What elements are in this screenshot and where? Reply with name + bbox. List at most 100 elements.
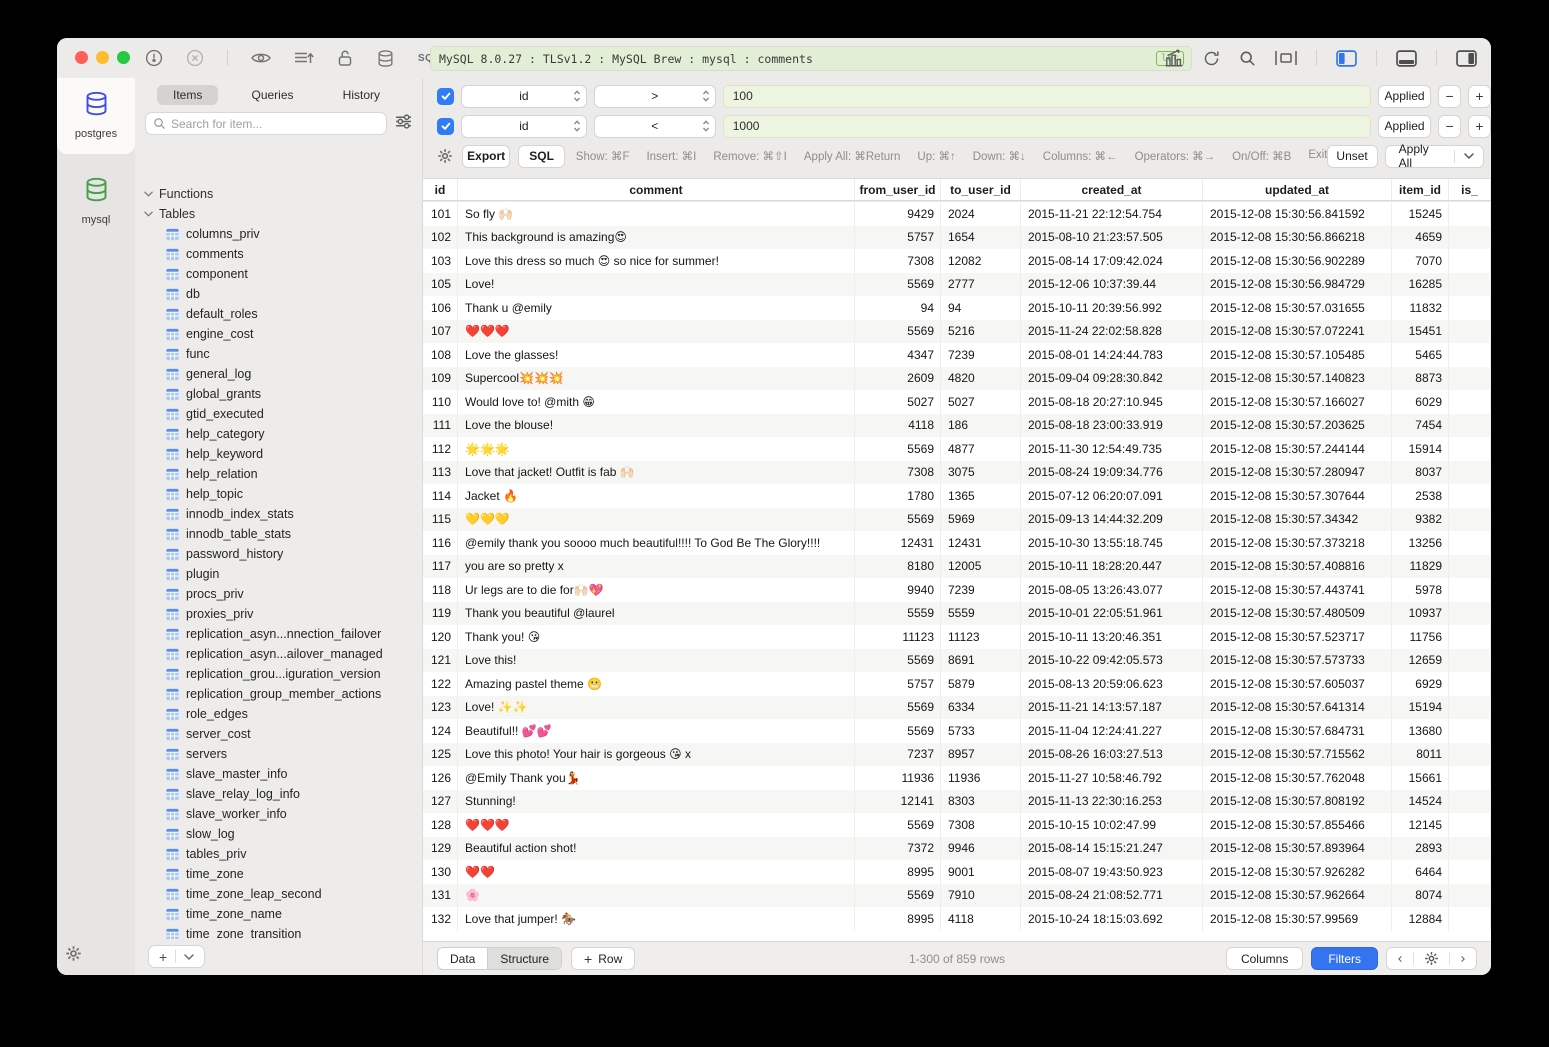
sidebar-table-password_history[interactable]: password_history — [135, 544, 422, 564]
filter-checkbox[interactable] — [437, 88, 454, 105]
cell[interactable]: 7910 — [941, 884, 1021, 908]
item-search-box[interactable] — [145, 112, 387, 135]
column-header-comment[interactable]: comment — [458, 179, 855, 200]
database-icon[interactable] — [376, 49, 395, 68]
add-filter-button[interactable]: + — [1468, 115, 1491, 138]
cell[interactable]: 12659 — [1392, 649, 1449, 673]
table-row[interactable]: 115💛💛💛556959692015-09-13 14:44:32.209201… — [423, 508, 1491, 532]
sidebar-table-db[interactable]: db — [135, 284, 422, 304]
sidebar-table-time_zone_leap_second[interactable]: time_zone_leap_second — [135, 884, 422, 904]
table-row[interactable]: 106Thank u @emily94942015-10-11 20:39:56… — [423, 296, 1491, 320]
cell[interactable]: ❤️❤️ — [458, 860, 855, 884]
cell[interactable]: 2015-08-26 16:03:27.513 — [1021, 743, 1203, 767]
cell[interactable]: 7239 — [941, 578, 1021, 602]
cell[interactable]: Ur legs are to die for🙌🏻💖 — [458, 578, 855, 602]
tab-data[interactable]: Data — [438, 948, 488, 969]
cell[interactable]: 116 — [423, 531, 458, 555]
cell[interactable]: 16285 — [1392, 273, 1449, 297]
cell[interactable]: @emily thank you soooo much beautiful!!!… — [458, 531, 855, 555]
cell[interactable] — [1449, 390, 1491, 414]
cell[interactable]: 105 — [423, 273, 458, 297]
unset-button[interactable]: Unset — [1327, 145, 1378, 168]
lock-icon[interactable] — [337, 49, 353, 67]
cell[interactable]: 15914 — [1392, 437, 1449, 461]
cell[interactable]: 2015-08-14 17:09:42.024 — [1021, 249, 1203, 273]
table-row[interactable]: 109Supercool💥💥💥260948202015-09-04 09:28:… — [423, 367, 1491, 391]
cell[interactable]: 94 — [941, 296, 1021, 320]
sidebar-table-columns_priv[interactable]: columns_priv — [135, 224, 422, 244]
cell[interactable] — [1449, 531, 1491, 555]
filter-field-select[interactable]: id — [461, 115, 587, 138]
filter-operator-select[interactable]: > — [594, 85, 716, 108]
cell[interactable]: 2015-12-08 15:30:57.031655 — [1203, 296, 1392, 320]
cell[interactable]: 2015-11-04 12:24:41.227 — [1021, 719, 1203, 743]
toggle-bottom-panel-icon[interactable] — [1396, 50, 1417, 67]
cell[interactable]: 2015-07-12 06:20:07.091 — [1021, 484, 1203, 508]
sidebar-table-help_relation[interactable]: help_relation — [135, 464, 422, 484]
cell[interactable]: 113 — [423, 461, 458, 485]
cell[interactable]: 2015-08-18 23:00:33.919 — [1021, 414, 1203, 438]
sidebar-table-replication_grou...iguration_version[interactable]: replication_grou...iguration_version — [135, 664, 422, 684]
sidebar-table-engine_cost[interactable]: engine_cost — [135, 324, 422, 344]
remove-filter-button[interactable]: − — [1438, 115, 1461, 138]
cell[interactable]: Love this photo! Your hair is gorgeous 😘… — [458, 743, 855, 767]
table-row[interactable]: 128❤️❤️❤️556973082015-10-15 10:02:47.992… — [423, 813, 1491, 837]
cell[interactable]: 5559 — [941, 602, 1021, 626]
cell[interactable]: 8303 — [941, 790, 1021, 814]
cell[interactable]: 2015-10-11 18:28:20.447 — [1021, 555, 1203, 579]
cell[interactable]: 8691 — [941, 649, 1021, 673]
cell[interactable]: 5569 — [855, 508, 941, 532]
table-row[interactable]: 103Love this dress so much 😍 so nice for… — [423, 249, 1491, 273]
cell[interactable]: 2015-12-08 15:30:56.841592 — [1203, 202, 1392, 226]
sidebar-table-proxies_priv[interactable]: proxies_priv — [135, 604, 422, 624]
sidebar-table-procs_priv[interactable]: procs_priv — [135, 584, 422, 604]
table-row[interactable]: 119Thank you beautiful @laurel5559555920… — [423, 602, 1491, 626]
search-icon[interactable] — [1239, 50, 1256, 67]
sidebar-table-help_keyword[interactable]: help_keyword — [135, 444, 422, 464]
cell[interactable]: Thank you beautiful @laurel — [458, 602, 855, 626]
sidebar-table-time_zone[interactable]: time_zone — [135, 864, 422, 884]
cell[interactable]: 5216 — [941, 320, 1021, 344]
cell[interactable]: 2015-11-21 22:12:54.754 — [1021, 202, 1203, 226]
cell[interactable]: 2777 — [941, 273, 1021, 297]
export-button[interactable]: Export — [462, 145, 510, 168]
cell[interactable]: 2015-12-08 15:30:57.684731 — [1203, 719, 1392, 743]
cell[interactable]: Love! — [458, 273, 855, 297]
cell[interactable]: 9001 — [941, 860, 1021, 884]
table-row[interactable]: 120Thank you! 😘11123111232015-10-11 13:2… — [423, 625, 1491, 649]
sidebar-table-global_grants[interactable]: global_grants — [135, 384, 422, 404]
cell[interactable]: 6334 — [941, 696, 1021, 720]
remove-filter-button[interactable]: − — [1438, 85, 1461, 108]
cell[interactable]: Amazing pastel theme 😬 — [458, 672, 855, 696]
cell[interactable]: 10937 — [1392, 602, 1449, 626]
cell[interactable]: 12431 — [941, 531, 1021, 555]
cell[interactable]: 122 — [423, 672, 458, 696]
sidebar-table-tables_priv[interactable]: tables_priv — [135, 844, 422, 864]
cell[interactable]: 12141 — [855, 790, 941, 814]
column-header-to_user_id[interactable]: to_user_id — [941, 179, 1021, 200]
cell[interactable]: 7372 — [855, 837, 941, 861]
sidebar-table-gtid_executed[interactable]: gtid_executed — [135, 404, 422, 424]
table-row[interactable]: 118Ur legs are to die for🙌🏻💖994072392015… — [423, 578, 1491, 602]
cell[interactable]: Love! ✨✨ — [458, 696, 855, 720]
cell[interactable]: 127 — [423, 790, 458, 814]
connection-postgres[interactable]: postgres — [57, 78, 135, 154]
cell[interactable]: 2015-08-13 20:59:06.623 — [1021, 672, 1203, 696]
cell[interactable]: 2015-08-24 21:08:52.771 — [1021, 884, 1203, 908]
table-row[interactable]: 108Love the glasses!434772392015-08-01 1… — [423, 343, 1491, 367]
cell[interactable]: 2015-12-08 15:30:56.984729 — [1203, 273, 1392, 297]
table-row[interactable]: 117you are so pretty x8180120052015-10-1… — [423, 555, 1491, 579]
column-header-from_user_id[interactable]: from_user_id — [855, 179, 941, 200]
cell[interactable]: 🌟🌟🌟 — [458, 437, 855, 461]
cell[interactable]: 2015-11-30 12:54:49.735 — [1021, 437, 1203, 461]
cell[interactable]: 2015-10-11 13:20:46.351 — [1021, 625, 1203, 649]
table-row[interactable]: 123Love! ✨✨556963342015-11-21 14:13:57.1… — [423, 696, 1491, 720]
cell[interactable]: 8873 — [1392, 367, 1449, 391]
cell[interactable]: 15451 — [1392, 320, 1449, 344]
cell[interactable]: 2015-12-08 15:30:56.902289 — [1203, 249, 1392, 273]
cell[interactable]: 2015-12-08 15:30:57.105485 — [1203, 343, 1392, 367]
cell[interactable] — [1449, 743, 1491, 767]
sidebar-table-slow_log[interactable]: slow_log — [135, 824, 422, 844]
toggle-left-panel-icon[interactable] — [1336, 50, 1357, 67]
tab-history[interactable]: History — [327, 85, 396, 105]
